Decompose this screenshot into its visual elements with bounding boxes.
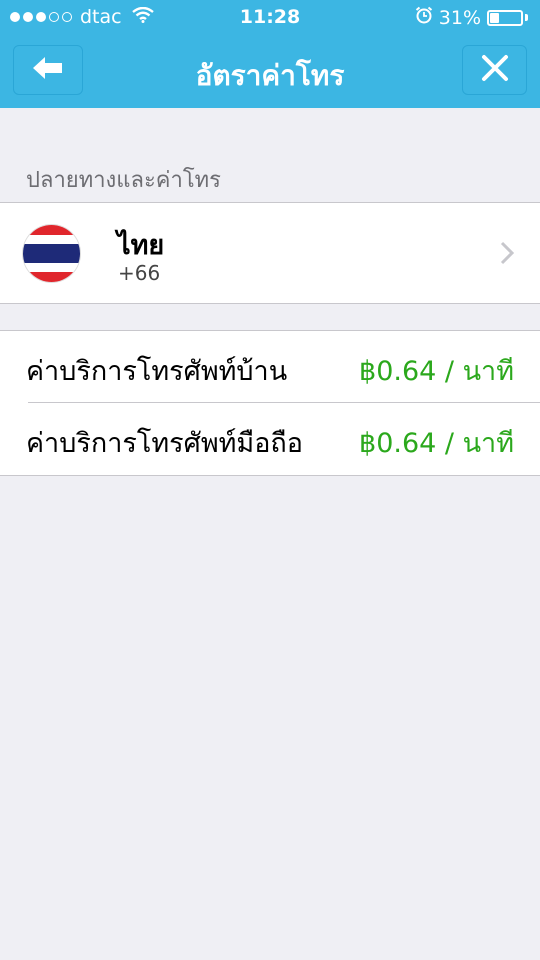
status-bar: dtac 11:28 31% [0, 0, 540, 34]
rate-label: ค่าบริการโทรศัพท์มือถือ [26, 428, 303, 459]
rate-value: ฿0.64 / นาที [359, 356, 514, 387]
country-code: +66 [118, 261, 161, 285]
rate-row-mobile: ค่าบริการโทรศัพท์มือถือ ฿0.64 / นาที [0, 403, 540, 475]
back-arrow-icon [31, 55, 65, 85]
country-row[interactable]: ไทย +66 [0, 202, 540, 304]
rate-value: ฿0.64 / นาที [359, 428, 514, 459]
rate-row-landline: ค่าบริการโทรศัพท์บ้าน ฿0.64 / นาที [0, 331, 540, 403]
status-right: 31% [415, 6, 528, 29]
chevron-right-icon [500, 241, 515, 269]
battery-icon [487, 9, 523, 26]
alarm-icon [415, 6, 433, 29]
battery-percent: 31% [438, 6, 481, 29]
rates-list: ค่าบริการโทรศัพท์บ้าน ฿0.64 / นาที ค่าบร… [0, 330, 540, 476]
rate-label: ค่าบริการโทรศัพท์บ้าน [26, 356, 288, 387]
battery-level [490, 12, 500, 23]
thailand-flag-icon [23, 225, 80, 282]
section-header: ปลายทางและค่าโทร [26, 168, 221, 193]
close-button[interactable] [462, 45, 527, 95]
nav-bar: อัตราค่าโทร [0, 34, 540, 108]
back-button[interactable] [13, 45, 83, 95]
close-icon [481, 54, 509, 86]
battery-tip [525, 14, 528, 21]
page-title: อัตราค่าโทร [195, 59, 345, 92]
country-name: ไทย [117, 230, 165, 261]
